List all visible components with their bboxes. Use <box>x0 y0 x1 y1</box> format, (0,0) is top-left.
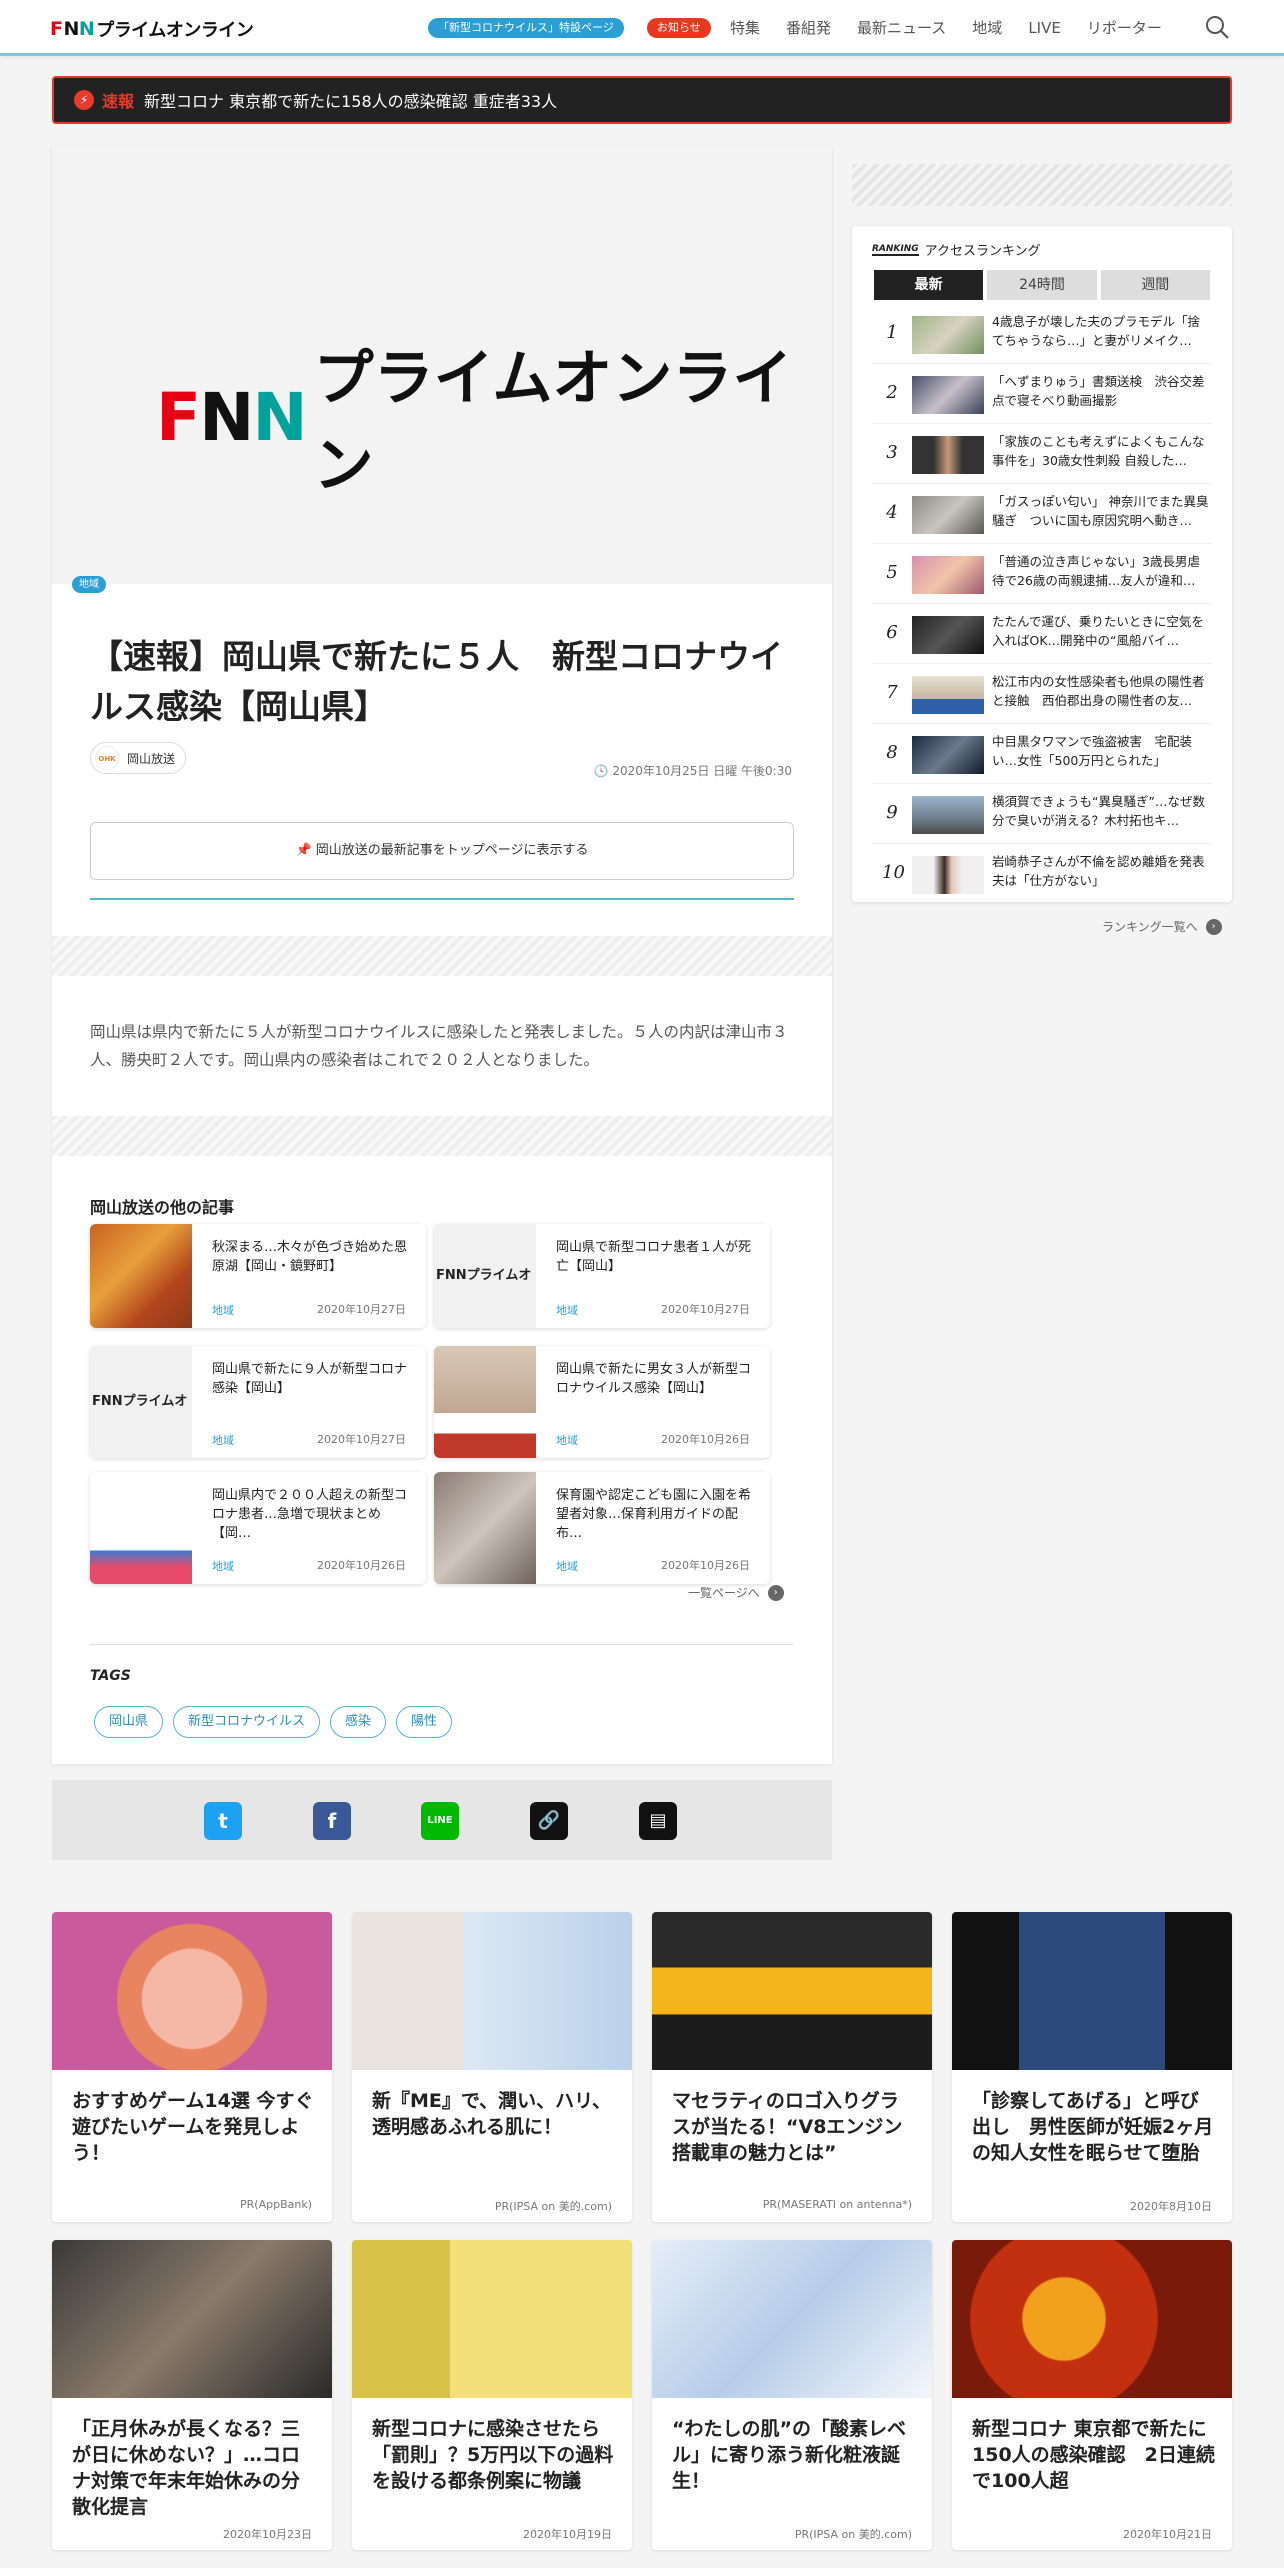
ranking-item[interactable]: 2 「へずまりゅう」書類送検 渋谷交差点で寝そべり動画撮影 <box>872 364 1212 424</box>
comment-icon[interactable]: ▤ <box>639 1802 677 1840</box>
ranking-title: アクセスランキング <box>924 244 1041 259</box>
article-title: 【速報】岡山県で新たに５人 新型コロナウイルス感染【岡山県】 <box>90 637 783 726</box>
divider <box>90 1644 794 1645</box>
site-header: F N N プライムオンライン 「新型コロナウイルス」特設ページ お知らせ 特集 番組… <box>0 0 1284 56</box>
link-icon[interactable]: 🔗 <box>530 1802 568 1840</box>
share-bar: t f LINE 🔗 ▤ <box>52 1780 832 1860</box>
article-card: F N N プライムオンライン 地域 【速報】岡山県で新たに５人 新型コロナウイルス感… <box>52 146 832 1764</box>
other-articles-more-link[interactable]: 一覧ページへ › <box>688 1584 784 1601</box>
recommend-image <box>52 2240 332 2398</box>
other-article-card[interactable]: 秋深まる…木々が色づき始めた恩原湖【岡山・鏡野町】 地域 2020年10月27日 <box>90 1224 426 1328</box>
tag-chip[interactable]: 岡山県 <box>94 1706 164 1738</box>
recommend-card[interactable]: 新『ME』で、潤い、ハリ、透明感あふれる肌に！ PR(IPSA on 美的.co… <box>352 1912 632 2222</box>
nav-latest[interactable]: 最新ニュース <box>857 16 946 40</box>
main-nav: 特集 番組発 最新ニュース 地域 LIVE リポーター <box>730 16 1188 40</box>
other-article-card[interactable]: FNNプライムオン 岡山県で新たに９人が新型コロナ感染【岡山】 地域 2020年… <box>90 1346 426 1458</box>
facebook-icon[interactable]: f <box>313 1802 351 1840</box>
ranking-more-link[interactable]: ランキング一覧へ › <box>1102 918 1222 935</box>
bolt-icon: ⚡ <box>74 90 94 110</box>
other-article-card[interactable]: FNNプライムオン 岡山県で新型コロナ患者１人が死亡【岡山】 地域 2020年1… <box>434 1224 770 1328</box>
article-date: 🕓 2020年10月25日 日曜 午後0:30 <box>593 764 792 778</box>
tab-latest[interactable]: 最新 <box>874 270 984 300</box>
covid-special-link[interactable]: 「新型コロナウイルス」特設ページ <box>428 18 624 38</box>
tag-chip[interactable]: 感染 <box>330 1706 387 1738</box>
pin-to-top-button[interactable]: 📌 岡山放送の最新記事をトップページに表示する <box>90 822 794 880</box>
other-articles-heading: 岡山放送の他の記事 <box>90 1198 235 1217</box>
thumbnail <box>434 1346 536 1458</box>
publisher-name: 岡山放送 <box>127 751 176 766</box>
hero-logo: F N N プライムオンライン <box>156 344 793 501</box>
ranking-item[interactable]: 9 横須賀できょうも“異臭騒ぎ”…なぜ数分で臭いが消える？木村拓也キ… <box>872 784 1212 844</box>
ranking-item[interactable]: 1 4歳息子が壊した夫のプラモデル「捨てちゃうなら…」と妻がリメイク… <box>872 304 1212 364</box>
arrow-right-icon: › <box>767 1584 784 1601</box>
nav-region[interactable]: 地域 <box>972 16 1002 40</box>
recommend-card[interactable]: マセラティのロゴ入りグラスが当たる！“V8エンジン搭載車の魅力とは” PR(MA… <box>652 1912 932 2222</box>
article-body: 岡山県は県内で新たに５人が新型コロナウイルスに感染したと発表しました。５人の内訳… <box>90 1023 788 1069</box>
ad-placeholder <box>852 164 1232 206</box>
tab-weekly[interactable]: 週間 <box>1100 270 1210 300</box>
ad-placeholder <box>52 936 832 976</box>
ranking-item[interactable]: 3 「家族のことも考えずによくもこんな事件を」30歳女性刺殺 自殺した… <box>872 424 1212 484</box>
ranking-item[interactable]: 10 岩崎恭子さんが不倫を認め離婚を発表 夫は「仕方がない」 <box>872 844 1217 904</box>
recommend-image <box>952 1912 1232 2070</box>
other-article-card[interactable]: 岡山県内で２００人超えの新型コロナ患者…急増で現状まとめ【岡… 地域 2020年… <box>90 1472 426 1584</box>
breaking-text[interactable]: 新型コロナ 東京都で新たに158人の感染確認 重症者33人 <box>144 88 557 112</box>
recommend-card[interactable]: おすすめゲーム14選 今すぐ遊びたいゲームを発見しよう！ PR(AppBank) <box>52 1912 332 2222</box>
tag-chip[interactable]: 新型コロナウイルス <box>173 1706 321 1738</box>
recommend-card[interactable]: 「正月休みが長くなる？三が日に休めない？」…コロナ対策で年末年始休みの分散化提言… <box>52 2240 332 2550</box>
breaking-label: 速報 <box>102 92 135 111</box>
tag-chip[interactable]: 陽性 <box>396 1706 453 1738</box>
recommend-card[interactable]: “わたしの肌”の「酸素レベル」に寄り添う新化粧液誕生！ PR(IPSA on 美… <box>652 2240 932 2550</box>
publisher-chip[interactable]: OHK 岡山放送 <box>90 742 187 774</box>
recommend-card[interactable]: 「診察してあげる」と呼び出し 男性医師が妊娠2ヶ月の知人女性を眠らせて堕胎 20… <box>952 1912 1232 2222</box>
tags-heading: TAGS <box>90 1668 131 1684</box>
site-logo[interactable]: F N N プライムオンライン <box>50 16 254 42</box>
nav-programs[interactable]: 番組発 <box>786 16 831 40</box>
ranking-tabs: 最新 24時間 週間 <box>874 270 1210 300</box>
recommend-image <box>352 2240 632 2398</box>
ranking-item[interactable]: 6 たたんで運び、乗りたいときに空気を入ればOK…開発中の“風船バイ… <box>872 604 1212 664</box>
notice-link[interactable]: お知らせ <box>647 18 711 38</box>
thumbnail: FNNプライムオン <box>434 1224 536 1328</box>
category-badge[interactable]: 地域 <box>72 576 106 593</box>
other-article-card[interactable]: 岡山県で新たに男女３人が新型コロナウイルス感染【岡山】 地域 2020年10月2… <box>434 1346 770 1458</box>
recommend-image <box>952 2240 1232 2398</box>
nav-feature[interactable]: 特集 <box>730 16 760 40</box>
recommend-image <box>352 1912 632 2070</box>
hero-image: F N N プライムオンライン <box>52 146 832 584</box>
breaking-news-bar[interactable]: ⚡ 速報 新型コロナ 東京都で新たに158人の感染確認 重症者33人 <box>52 76 1232 124</box>
ranking-item[interactable]: 7 松江市内の女性感染者も他県の陽性者と接触 西伯郡出身の陽性者の友… <box>872 664 1212 724</box>
ranking-item[interactable]: 4 「ガスっぽい匂い」 神奈川でまた異臭騒ぎ ついに国も原因究明へ動き… <box>872 484 1212 544</box>
recommend-image <box>652 1912 932 2070</box>
nav-live[interactable]: LIVE <box>1028 16 1061 40</box>
ranking-item[interactable]: 5 「普通の泣き声じゃない」3歳長男虐待で26歳の両親逮捕…友人が違和… <box>872 544 1212 604</box>
thumbnail: FNNプライムオン <box>90 1346 192 1458</box>
ad-placeholder <box>52 1116 832 1156</box>
tab-24h[interactable]: 24時間 <box>987 270 1097 300</box>
line-icon[interactable]: LINE <box>421 1802 459 1840</box>
thumbnail <box>90 1224 192 1328</box>
ranking-panel: RANKING アクセスランキング 最新 24時間 週間 1 4歳息子が壊した夫の… <box>852 226 1232 902</box>
recommend-image <box>652 2240 932 2398</box>
recommend-card[interactable]: 新型コロナ 東京都で新たに150人の感染確認 2日連続で100人超 2020年1… <box>952 2240 1232 2550</box>
arrow-right-icon: › <box>1205 918 1222 935</box>
publisher-logo: OHK <box>95 746 119 770</box>
nav-reporter[interactable]: リポーター <box>1087 16 1162 40</box>
recommend-image <box>52 1912 332 2070</box>
ranking-header: RANKING アクセスランキング <box>872 240 1041 259</box>
thumbnail <box>434 1472 536 1584</box>
recommend-card[interactable]: 新型コロナに感染させたら「罰則」？5万円以下の過料を設ける都条例案に物議 202… <box>352 2240 632 2550</box>
search-icon[interactable] <box>1204 14 1230 40</box>
twitter-icon[interactable]: t <box>204 1802 242 1840</box>
divider <box>90 898 794 900</box>
thumbnail <box>90 1472 192 1584</box>
tag-list: 岡山県 新型コロナウイルス 感染 陽性 <box>94 1706 453 1738</box>
ranking-item[interactable]: 8 中目黒タワマンで強盗被害 宅配装い…女性「500万円とられた」 <box>872 724 1212 784</box>
other-article-card[interactable]: 保育園や認定こども園に入園を希望者対象…保育利用ガイドの配布… 地域 2020年… <box>434 1472 770 1584</box>
